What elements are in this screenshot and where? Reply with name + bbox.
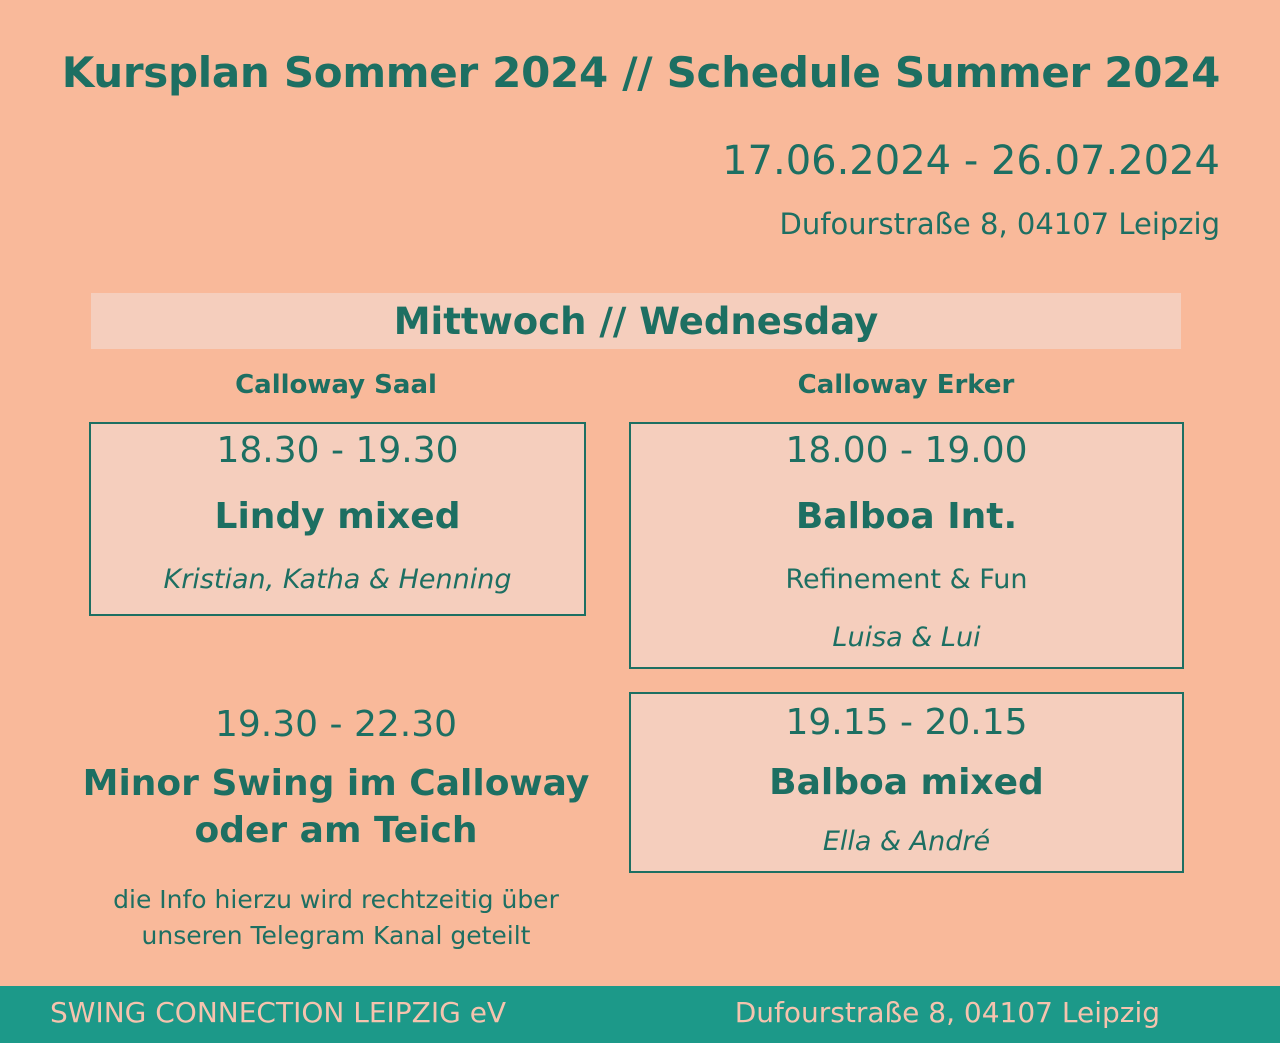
course-name: Minor Swing im Calloway oder am Teich (60, 760, 612, 854)
course-info: die Info hierzu wird rechtzeitig über un… (60, 882, 612, 954)
course-name: Balboa Int. (795, 496, 1018, 537)
course-teachers: Ella & André (822, 826, 991, 857)
room-heading-erker: Calloway Erker (797, 370, 1015, 400)
course-time: 18.30 - 19.30 (216, 430, 459, 471)
venue-address: Dufourstraße 8, 04107 Leipzig (779, 207, 1220, 241)
footer-address: Dufourstraße 8, 04107 Leipzig (734, 996, 1160, 1029)
date-range: 17.06.2024 - 26.07.2024 (722, 138, 1220, 184)
course-time: 18.00 - 19.00 (785, 430, 1028, 471)
day-label: Mittwoch // Wednesday (393, 299, 879, 343)
course-name: Balboa mixed (769, 762, 1044, 803)
footer-organization: SWING CONNECTION LEIPZIG eV (50, 996, 507, 1029)
course-time: 19.30 - 22.30 (215, 704, 457, 745)
page-title: Kursplan Sommer 2024 // Schedule Summer … (61, 48, 1221, 97)
course-subtitle: Refinement & Fun (785, 564, 1028, 595)
course-info-line-2: unseren Telegram Kanal geteilt (141, 921, 531, 950)
footer-bar: SWING CONNECTION LEIPZIG eV Dufourstraße… (0, 986, 1280, 1043)
course-card-balboa-mixed: 19.15 - 20.15 Balboa mixed Ella & André (629, 692, 1184, 873)
day-banner: Mittwoch // Wednesday (91, 293, 1181, 349)
room-heading-saal: Calloway Saal (235, 370, 437, 400)
course-card-lindy-mixed: 18.30 - 19.30 Lindy mixed Kristian, Kath… (89, 422, 586, 616)
course-teachers: Luisa & Lui (832, 622, 981, 653)
course-info-line-1: die Info hierzu wird rechtzeitig über (113, 885, 559, 914)
course-teachers: Kristian, Katha & Henning (163, 564, 512, 595)
course-name-line-1: Minor Swing im Calloway (82, 763, 590, 804)
course-name-line-2: oder am Teich (194, 810, 478, 851)
course-card-balboa-int: 18.00 - 19.00 Balboa Int. Refinement & F… (629, 422, 1184, 669)
course-name: Lindy mixed (214, 496, 461, 537)
course-time: 19.15 - 20.15 (785, 702, 1028, 743)
